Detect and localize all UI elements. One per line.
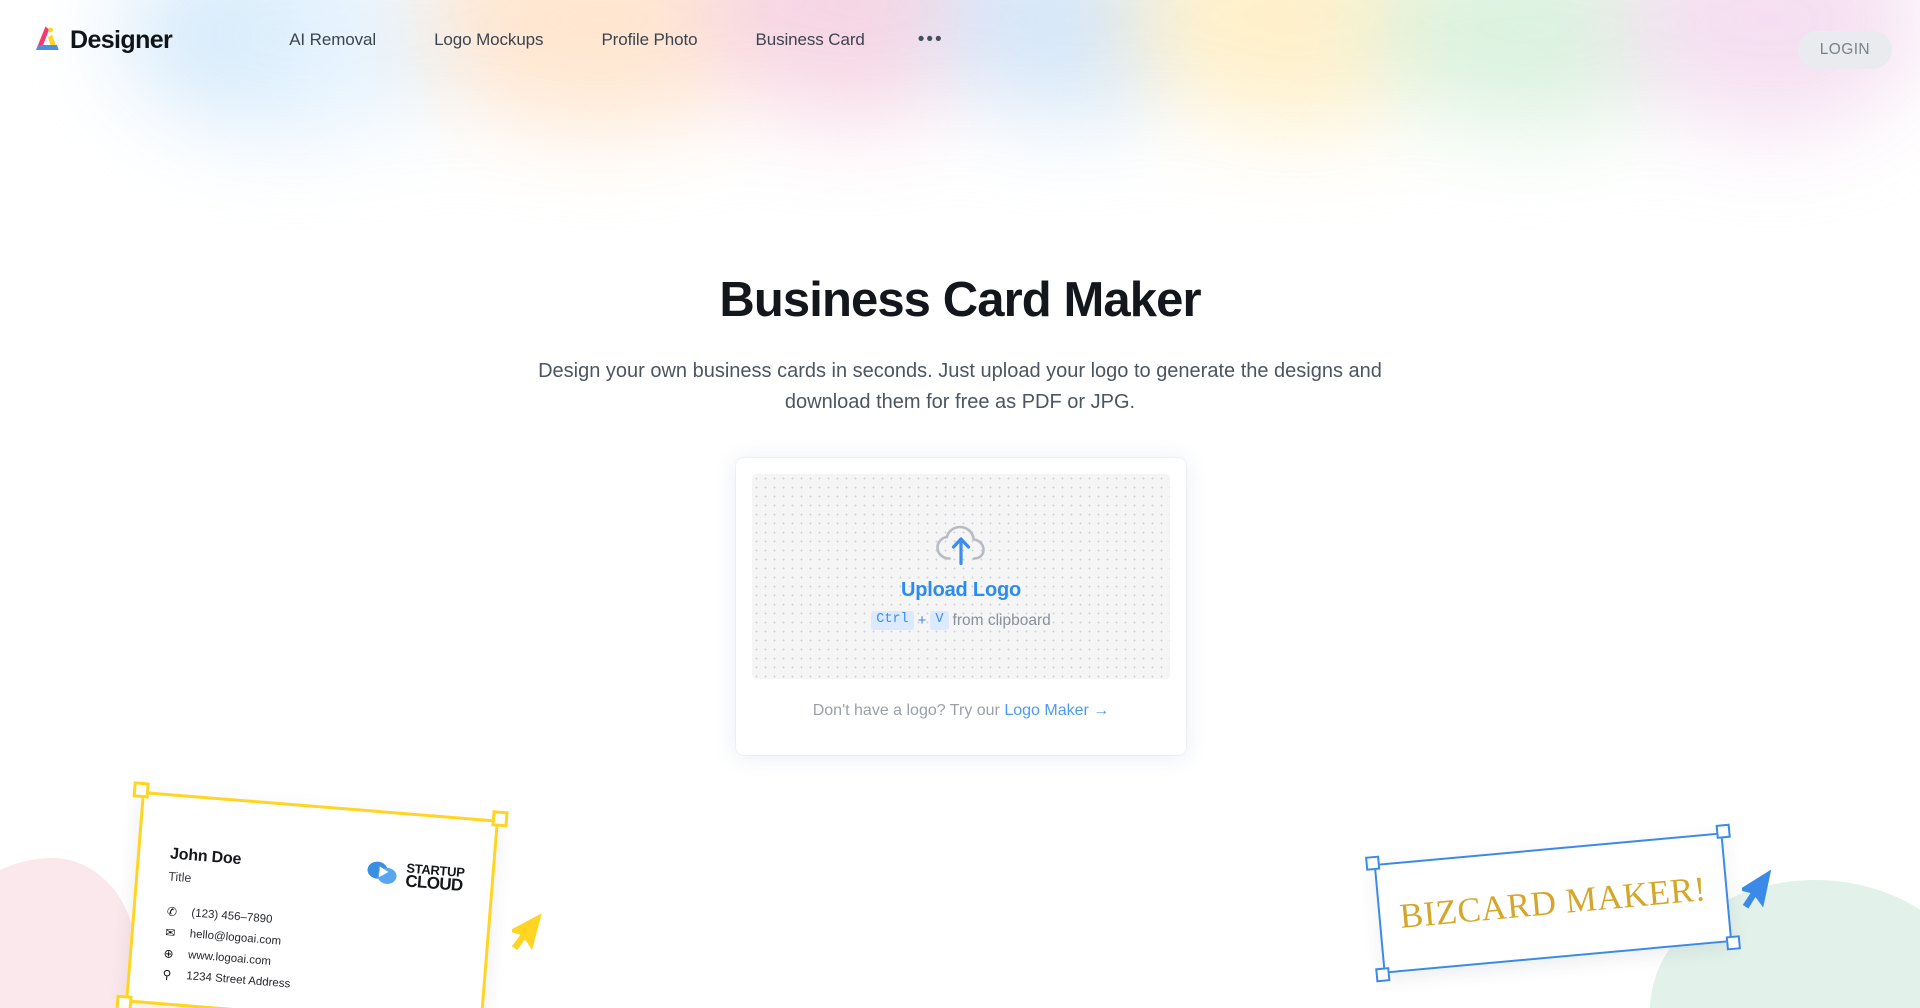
- page-root: Designer AI Removal Logo Mockups Profile…: [0, 0, 1920, 1008]
- pink-blob-decoration: [0, 858, 136, 1008]
- cursor-blue-icon: [1742, 869, 1772, 909]
- brand-name: Designer: [70, 25, 173, 54]
- upload-logo-label: Upload Logo: [901, 579, 1021, 602]
- nav-item-business-card[interactable]: Business Card: [726, 20, 893, 60]
- designer-logo-icon: [36, 26, 59, 50]
- resize-handle-top-right[interactable]: [1715, 823, 1731, 839]
- page-subtitle: Design your own business cards in second…: [538, 360, 1382, 413]
- kbd-plus: +: [917, 612, 927, 629]
- no-logo-text: Don't have a logo? Try our: [812, 702, 1000, 719]
- paste-hint-text: from clipboard: [952, 611, 1051, 629]
- main-nav: AI Removal Logo Mockups Profile Photo Bu…: [260, 20, 968, 60]
- login-button[interactable]: LOGIN: [1797, 31, 1892, 69]
- paste-hint: Ctrl + V from clipboard: [871, 611, 1051, 630]
- upload-dropzone[interactable]: Upload Logo Ctrl + V from clipboard: [752, 474, 1170, 679]
- business-card-mockup-left[interactable]: John Doe Title STARTUP CLOUD ✆ (123) 456…: [115, 781, 509, 1008]
- resize-handle-bottom-right[interactable]: [1725, 935, 1741, 951]
- logo-maker-link[interactable]: Logo Maker →: [1004, 702, 1109, 719]
- page-title: Business Card Maker: [719, 273, 1201, 327]
- kbd-v: V: [930, 611, 949, 630]
- selection-frame-yellow: [125, 790, 499, 1008]
- upload-card-footer: Don't have a logo? Try our Logo Maker →: [752, 702, 1170, 720]
- resize-handle-top-left[interactable]: [132, 781, 150, 799]
- cloud-upload-icon: [936, 525, 985, 566]
- resize-handle-top-right[interactable]: [491, 810, 509, 828]
- nav-item-profile-photo[interactable]: Profile Photo: [572, 20, 726, 60]
- nav-item-ai-removal[interactable]: AI Removal: [260, 20, 405, 60]
- kbd-ctrl: Ctrl: [871, 611, 914, 630]
- site-header: Designer AI Removal Logo Mockups Profile…: [0, 0, 1920, 80]
- nav-item-logo-mockups[interactable]: Logo Mockups: [405, 20, 572, 60]
- brand-logo[interactable]: Designer: [30, 23, 173, 57]
- resize-handle-top-left[interactable]: [1365, 855, 1381, 871]
- nav-more-icon[interactable]: •••: [894, 29, 968, 51]
- resize-handle-bottom-left[interactable]: [115, 994, 133, 1008]
- resize-handle-bottom-left[interactable]: [1375, 967, 1391, 983]
- upload-card: Upload Logo Ctrl + V from clipboard Don'…: [736, 458, 1186, 755]
- cursor-yellow-icon: [512, 913, 542, 951]
